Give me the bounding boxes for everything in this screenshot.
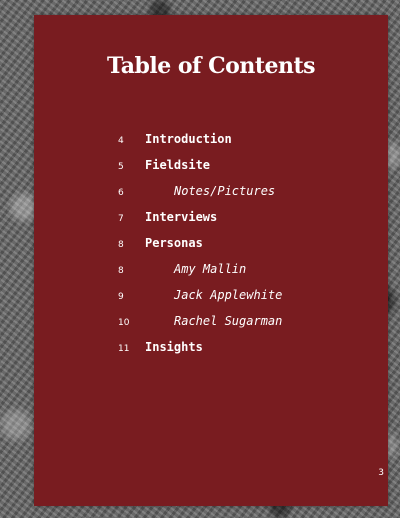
page-title: Table of Contents xyxy=(106,53,316,79)
document-page: Table of Contents 4 Introduction 5 Field… xyxy=(34,15,388,506)
toc-label: Jack Applewhite xyxy=(174,288,283,302)
toc-page-number: 5 xyxy=(118,162,124,172)
toc-entry-interviews[interactable]: 7 Interviews xyxy=(118,210,368,236)
toc-entry-jack-applewhite[interactable]: 9 Jack Applewhite xyxy=(118,288,368,314)
toc-entry-introduction[interactable]: 4 Introduction xyxy=(118,132,368,158)
toc-entry-insights[interactable]: 11 Insights xyxy=(118,340,368,366)
toc-page-number: 9 xyxy=(118,292,124,302)
toc-label: Notes/Pictures xyxy=(174,184,276,198)
toc-label: Fieldsite xyxy=(145,158,211,172)
toc-page-number: 8 xyxy=(118,240,124,250)
toc-page-number: 7 xyxy=(118,214,124,224)
toc-label: Interviews xyxy=(145,210,218,224)
toc-entry-notes-pictures[interactable]: 6 Notes/Pictures xyxy=(118,184,368,210)
toc-entry-fieldsite[interactable]: 5 Fieldsite xyxy=(118,158,368,184)
toc-page-number: 6 xyxy=(118,188,124,198)
toc-label: Rachel Sugarman xyxy=(174,314,283,328)
toc-page-number: 8 xyxy=(118,266,124,276)
toc-label: Introduction xyxy=(145,132,232,146)
table-of-contents: 4 Introduction 5 Fieldsite 6 Notes/Pictu… xyxy=(118,132,368,366)
toc-page-number: 10 xyxy=(118,318,130,328)
toc-entry-personas[interactable]: 8 Personas xyxy=(118,236,368,262)
page-number: 3 xyxy=(378,468,384,478)
toc-label: Amy Mallin xyxy=(174,262,247,276)
toc-entry-rachel-sugarman[interactable]: 10 Rachel Sugarman xyxy=(118,314,368,340)
toc-entry-amy-mallin[interactable]: 8 Amy Mallin xyxy=(118,262,368,288)
toc-page-number: 11 xyxy=(118,344,130,354)
toc-page-number: 4 xyxy=(118,136,124,146)
toc-label: Personas xyxy=(145,236,203,250)
toc-label: Insights xyxy=(145,340,203,354)
